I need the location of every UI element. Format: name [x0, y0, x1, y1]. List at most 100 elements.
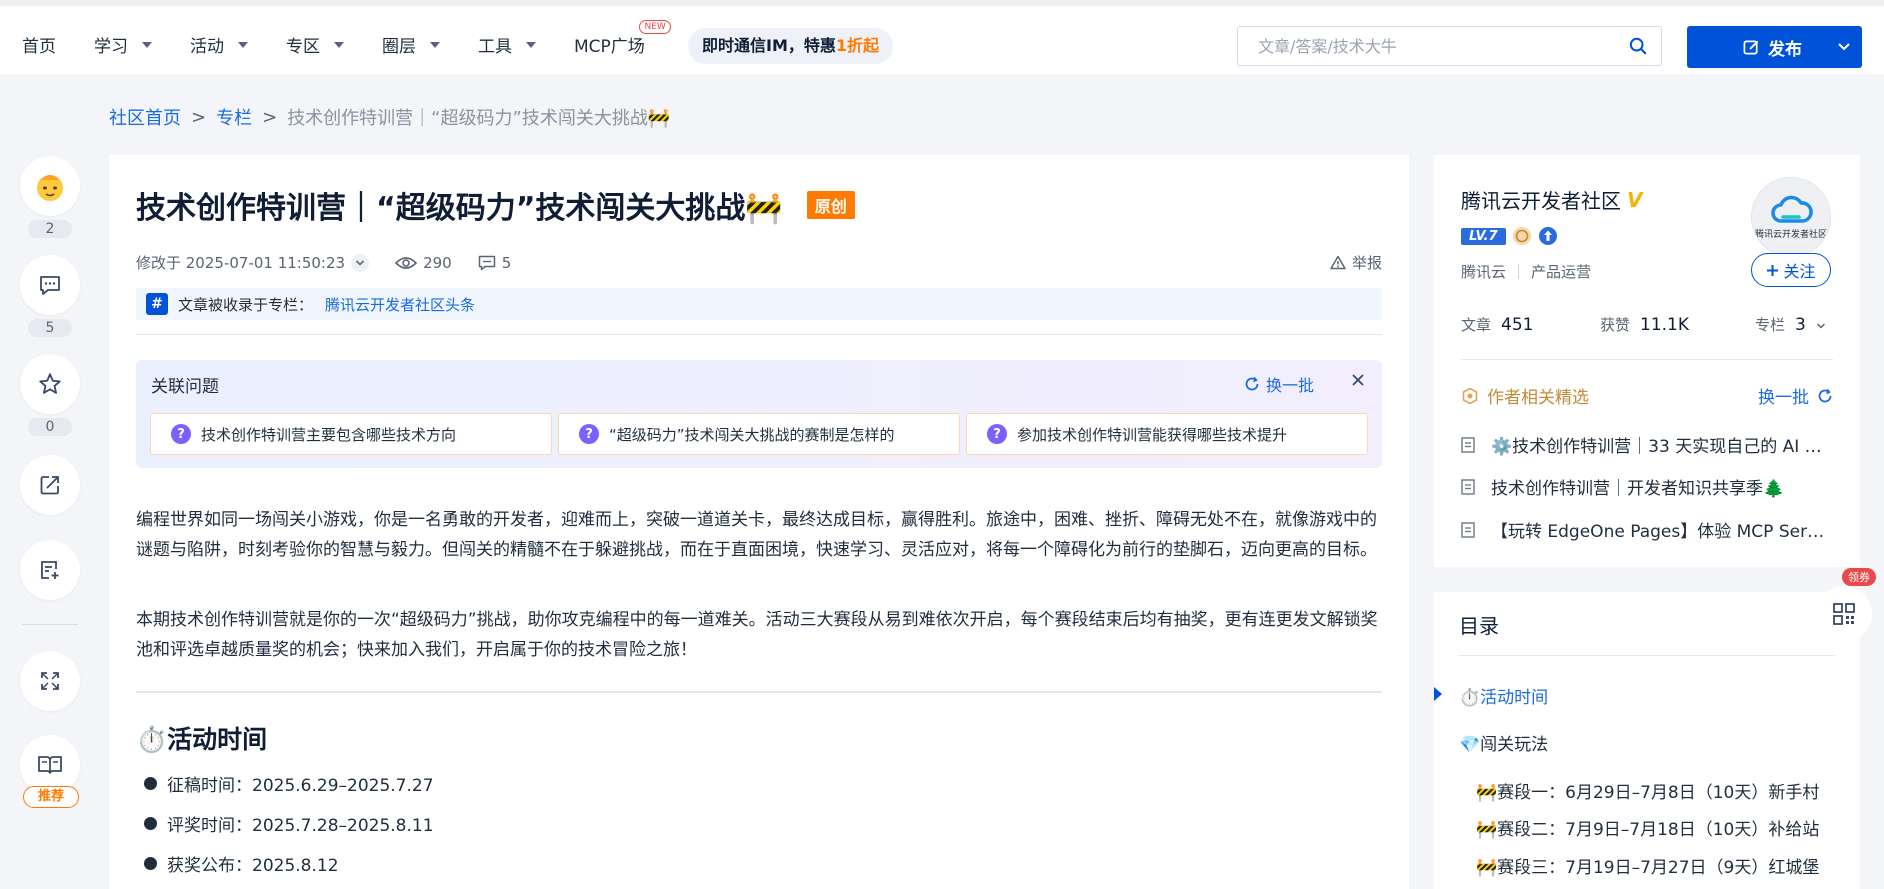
stat-articles[interactable]: 文章 451	[1461, 314, 1600, 335]
qr-code-button[interactable]	[1816, 586, 1872, 642]
nav-item-tools[interactable]: 工具	[478, 32, 536, 57]
related-questions: 关联问题 换一批 ? 技术创作特训营主要包含哪些技术方向 ? “超级码力”技术闯关大…	[136, 360, 1382, 468]
author-related-item[interactable]: 技术创作特训营｜开发者知识共享季🌲	[1461, 474, 1833, 499]
toc-item[interactable]: 🚧赛段一：6月29日–7月8日（10天）新手村	[1476, 778, 1819, 803]
chevron-down-icon	[142, 41, 152, 48]
toc-title: 目录	[1459, 614, 1499, 638]
refresh-label: 换一批	[1758, 388, 1809, 408]
publish-main[interactable]: 发布	[1687, 35, 1825, 60]
breadcrumb-sep: >	[262, 106, 278, 128]
author-related-refresh[interactable]: 换一批	[1758, 383, 1833, 408]
toc-panel: 目录 ⏱️活动时间 💎闯关玩法 🚧赛段一：6月29日–7月8日（10天）新手村 …	[1434, 592, 1860, 889]
avatar[interactable]: 腾讯云开发者社区	[1751, 177, 1831, 257]
publish-button[interactable]: 发布	[1687, 26, 1862, 68]
list-item-text: 获奖公布：2025.8.12	[167, 856, 339, 876]
note-button[interactable]	[20, 540, 80, 600]
divider	[1459, 655, 1835, 656]
list-item-text: 征稿时间：2025.6.29–2025.7.27	[167, 776, 434, 796]
report-button[interactable]: 举报	[1330, 252, 1382, 273]
chevron-down-icon	[334, 41, 344, 48]
view-count: 290	[395, 254, 452, 272]
question-icon: ?	[171, 424, 191, 444]
hash-icon: #	[146, 293, 168, 315]
chevron-down-icon	[1837, 43, 1850, 51]
list-item-text: 评奖时间：2025.7.28–2025.8.11	[167, 816, 434, 836]
question-item[interactable]: ? 技术创作特训营主要包含哪些技术方向	[150, 413, 552, 455]
toc-item[interactable]: ⏱️活动时间	[1459, 683, 1548, 708]
breadcrumb-home[interactable]: 社区首页	[109, 104, 181, 130]
edit-icon	[1743, 40, 1759, 54]
report-label: 举报	[1351, 254, 1382, 272]
close-icon[interactable]	[1350, 372, 1366, 388]
publish-label: 发布	[1768, 39, 1802, 60]
list-item: 获奖公布：2025.8.12	[144, 851, 339, 876]
search-box	[1237, 26, 1662, 66]
nav-label: 工具	[478, 37, 512, 57]
divider	[1461, 359, 1833, 360]
nav-label: 首页	[22, 37, 56, 57]
share-button[interactable]	[20, 455, 80, 515]
star-icon	[39, 373, 61, 394]
related-refresh-button[interactable]: 换一批	[1244, 372, 1314, 396]
toc-item[interactable]: 🚧赛段二：7月9日–7月18日（10天）补给站	[1476, 815, 1819, 840]
breadcrumb-column[interactable]: 专栏	[216, 104, 252, 130]
nav-item-events[interactable]: 活动	[190, 32, 248, 57]
nav-item-zones[interactable]: 专区	[286, 32, 344, 57]
chevron-down-icon	[430, 41, 440, 48]
bullet-dot	[144, 857, 157, 870]
like-count: 2	[28, 220, 72, 238]
author-related-item[interactable]: ⚙️技术创作特训营｜33 天实现自己的 AI 应用	[1461, 432, 1833, 457]
question-item[interactable]: ? “超级码力”技术闯关大挑战的赛制是怎样的	[558, 413, 960, 455]
publish-dropdown[interactable]	[1825, 42, 1862, 52]
original-badge: 原创	[806, 191, 855, 219]
column-link[interactable]: 腾讯云开发者社区头条	[325, 294, 475, 315]
cloud-logo-icon	[1771, 195, 1813, 223]
like-button[interactable]	[20, 156, 80, 216]
question-item[interactable]: ? 参加技术创作特训营能获得哪些技术提升	[966, 413, 1368, 455]
author-tag: 产品运营	[1531, 263, 1592, 281]
stat-label: 文章	[1461, 316, 1492, 334]
promo-highlight: 1折起	[835, 36, 880, 55]
fullscreen-button[interactable]	[20, 651, 80, 711]
refresh-icon	[1818, 388, 1832, 402]
comment-meta[interactable]: 5	[478, 254, 511, 272]
question-list: ? 技术创作特训营主要包含哪些技术方向 ? “超级码力”技术闯关大挑战的赛制是怎样的…	[150, 413, 1368, 455]
main-nav: 首页 学习 活动 专区 圈层 工具 MCP广场 NEW	[22, 20, 683, 57]
stat-value: 11.1K	[1640, 315, 1690, 335]
article-title: 技术创作特训营｜“超级码力”技术闯关大挑战🚧 原创	[136, 183, 855, 227]
plus-icon	[1767, 264, 1779, 276]
article-meta: 修改于 2025-07-01 11:50:23 290 5	[136, 252, 537, 273]
toc-item[interactable]: 🚧赛段三：7月19日–7月27日（9天）红城堡	[1476, 853, 1819, 878]
author-name[interactable]: 腾讯云开发者社区 V	[1461, 185, 1642, 214]
follow-label: 关注	[1783, 264, 1816, 281]
chevron-down-icon[interactable]	[351, 253, 370, 272]
author-card: 腾讯云开发者社区 V LV.7 腾讯云 产品运营 腾讯云开发者社区 关注 文章 4…	[1434, 155, 1860, 567]
toc-item[interactable]: 💎闯关玩法	[1459, 730, 1548, 755]
breadcrumb: 社区首页 > 专栏 > 技术创作特训营｜“超级码力”技术闯关大挑战🚧	[109, 104, 670, 130]
stat-columns[interactable]: 专栏 3	[1755, 314, 1826, 335]
divider	[136, 691, 1382, 693]
author-related-item-text: ⚙️技术创作特训营｜33 天实现自己的 AI 应用	[1491, 437, 1831, 457]
expand-icon	[41, 672, 59, 690]
nav-item-circles[interactable]: 圈层	[382, 32, 440, 57]
comment-button[interactable]	[20, 255, 80, 315]
refresh-label: 换一批	[1265, 376, 1314, 395]
follow-button[interactable]: 关注	[1751, 253, 1831, 287]
nav-item-mcp[interactable]: MCP广场 NEW	[574, 20, 671, 57]
promo-text: 即时通信IM，特惠	[702, 36, 836, 55]
article-panel: 技术创作特训营｜“超级码力”技术闯关大挑战🚧 原创 修改于 2025-07-01…	[109, 155, 1409, 889]
search-icon[interactable]	[1629, 37, 1647, 55]
im-promo-banner[interactable]: 即时通信IM，特惠1折起	[688, 28, 894, 64]
search-input[interactable]	[1238, 27, 1598, 65]
nav-item-learn[interactable]: 学习	[94, 32, 152, 57]
coupon-badge[interactable]: 领券	[1842, 568, 1876, 586]
recommend-tag[interactable]: 推荐	[23, 786, 79, 808]
author-related-item[interactable]: 【玩转 EdgeOne Pages】体验 MCP Server 部署	[1461, 517, 1833, 542]
document-icon	[1461, 478, 1475, 495]
level-badge: LV.7	[1461, 227, 1506, 245]
comment-count: 5	[28, 319, 72, 337]
nav-item-home[interactable]: 首页	[22, 32, 56, 57]
favorite-button[interactable]	[20, 354, 80, 414]
chevron-down-icon	[1816, 323, 1825, 329]
question-text: 技术创作特训营主要包含哪些技术方向	[201, 425, 457, 444]
